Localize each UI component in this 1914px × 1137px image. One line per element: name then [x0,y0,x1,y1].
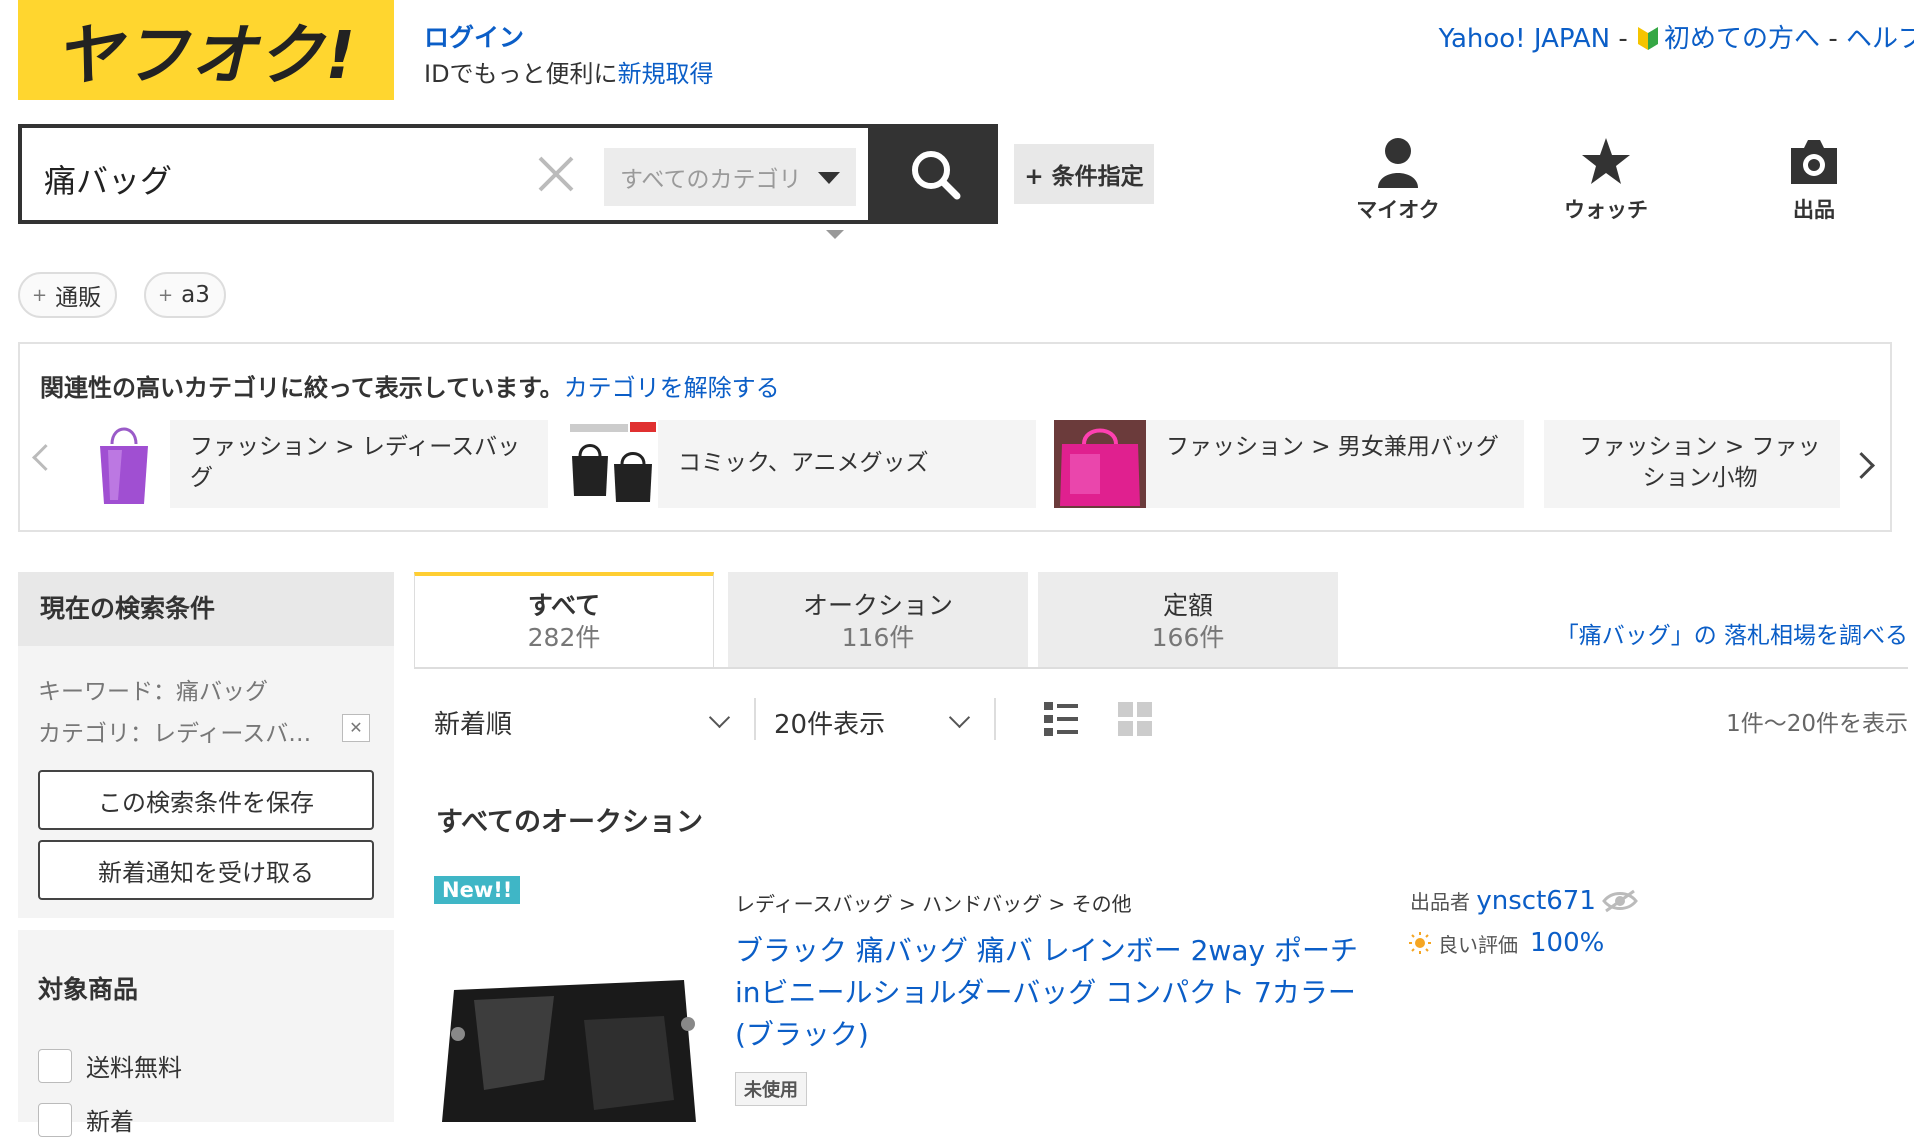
plus-icon: + [32,284,48,306]
clear-category-link[interactable]: カテゴリを解除する [564,374,780,402]
seller-info: 出品者 ynsct671 [1410,886,1639,916]
per-page-select[interactable]: 20件表示 [774,700,974,744]
login-link[interactable]: ログイン [424,18,524,54]
new-badge: New!! [434,876,521,904]
divider [994,698,996,740]
category-condition: カテゴリ：レディースバ… [38,721,312,747]
related-card-ladies-bag[interactable]: ファッション > レディースバッグ [78,420,548,508]
divider [754,698,756,740]
condition-badge: 未使用 [735,1072,807,1106]
seller-link[interactable]: ynsct671 [1476,886,1596,916]
item-breadcrumb: レディースバッグ > ハンドバッグ > その他 [735,892,1132,916]
ladies-bag-thumbnail [78,420,170,508]
signup-link[interactable]: 新規取得 [618,60,714,88]
search-bar: 痛バッグ すべてのカテゴリ [18,124,998,224]
plus-icon: + [158,284,174,306]
beginner-mark-icon [1638,27,1659,50]
market-price-link[interactable]: 「痛バッグ」の 落札相場を調べる [1556,616,1908,650]
list-view-icon[interactable] [1044,702,1078,736]
search-input[interactable]: 痛バッグ すべてのカテゴリ [18,124,872,224]
top-links: Yahoo! JAPAN - 初めての方へ - ヘルプ [1439,18,1914,55]
product-image[interactable] [434,960,704,1122]
tab-fixed-price[interactable]: 定額 166件 [1038,572,1338,668]
sort-order-select[interactable]: 新着順 [434,700,734,744]
related-card-anime-goods[interactable]: コミック、アニメグッズ [566,420,1036,508]
target-items-title: 対象商品 [38,975,139,1004]
camera-icon [1791,140,1837,184]
search-icon [912,151,961,200]
conditions-button[interactable]: + 条件指定 [1014,144,1154,204]
category-select[interactable]: すべてのカテゴリ [604,148,856,206]
new-arrival-checkbox[interactable]: 新着 [38,1102,134,1137]
watch-button[interactable]: ウォッチ [1546,136,1666,224]
star-icon [1582,138,1630,184]
grid-view-icon[interactable] [1118,702,1152,736]
related-card-unisex-bag[interactable]: ファッション > 男女兼用バッグ [1054,420,1524,508]
hide-seller-eye-icon[interactable] [1602,889,1639,913]
tab-underline [414,667,1908,669]
save-search-button[interactable]: この検索条件を保存 [38,770,374,830]
sun-icon [1409,932,1431,954]
id-signup-line: IDでもっと便利に新規取得 [424,60,714,88]
anime-goods-thumbnail [566,420,658,508]
help-link[interactable]: ヘルプ [1846,24,1914,54]
unisex-bag-thumbnail [1054,420,1146,508]
suggest-chip-tsuhan[interactable]: + 通販 [18,272,118,318]
current-conditions-panel: 現在の検索条件 キーワード：痛バッグ カテゴリ：レディースバ… ✕ この検索条件… [18,572,394,918]
first-time-link[interactable]: 初めての方へ [1664,24,1820,54]
remove-category-icon[interactable]: ✕ [342,714,370,742]
item-title-link[interactable]: ブラック 痛バッグ 痛バ レインボー 2way ポーチinビニールショルダーバッ… [735,930,1375,1056]
tab-all[interactable]: すべて 282件 [414,572,714,668]
section-title: すべてのオークション [436,807,704,838]
suggest-toggle-icon[interactable] [826,230,844,239]
related-heading: 関連性の高いカテゴリに絞って表示しています。カテゴリを解除する [40,374,780,402]
yahoo-japan-link[interactable]: Yahoo! JAPAN [1439,24,1610,54]
target-items-panel: 対象商品 送料無料 新着 [18,930,394,1137]
rating-value[interactable]: 100% [1530,928,1604,958]
tab-auction[interactable]: オークション 116件 [728,572,1028,668]
seller-rating: 良い評価 100% [1408,928,1604,958]
keyword-condition: キーワード：痛バッグ [38,679,268,705]
checkbox-box[interactable] [38,1048,72,1083]
clear-icon[interactable] [534,152,578,196]
free-shipping-checkbox[interactable]: 送料無料 [38,1048,182,1083]
search-button[interactable] [872,124,998,224]
result-count-info: 1件〜20件を表示 [1726,711,1908,737]
sell-button[interactable]: 出品 [1754,136,1874,224]
dropdown-triangle-icon [818,172,840,184]
yahoo-auction-logo[interactable]: ヤフオク! [18,0,394,100]
new-arrival-notify-button[interactable]: 新着通知を受け取る [38,840,374,900]
user-icon [1378,138,1418,188]
suggest-chip-a3[interactable]: + a3 [144,272,226,318]
related-card-fashion-accessories[interactable]: ファッション > ファッション小物 [1544,420,1840,508]
checkbox-box[interactable] [38,1102,72,1137]
myauction-button[interactable]: マイオク [1338,136,1458,224]
current-conditions-title: 現在の検索条件 [18,572,394,646]
